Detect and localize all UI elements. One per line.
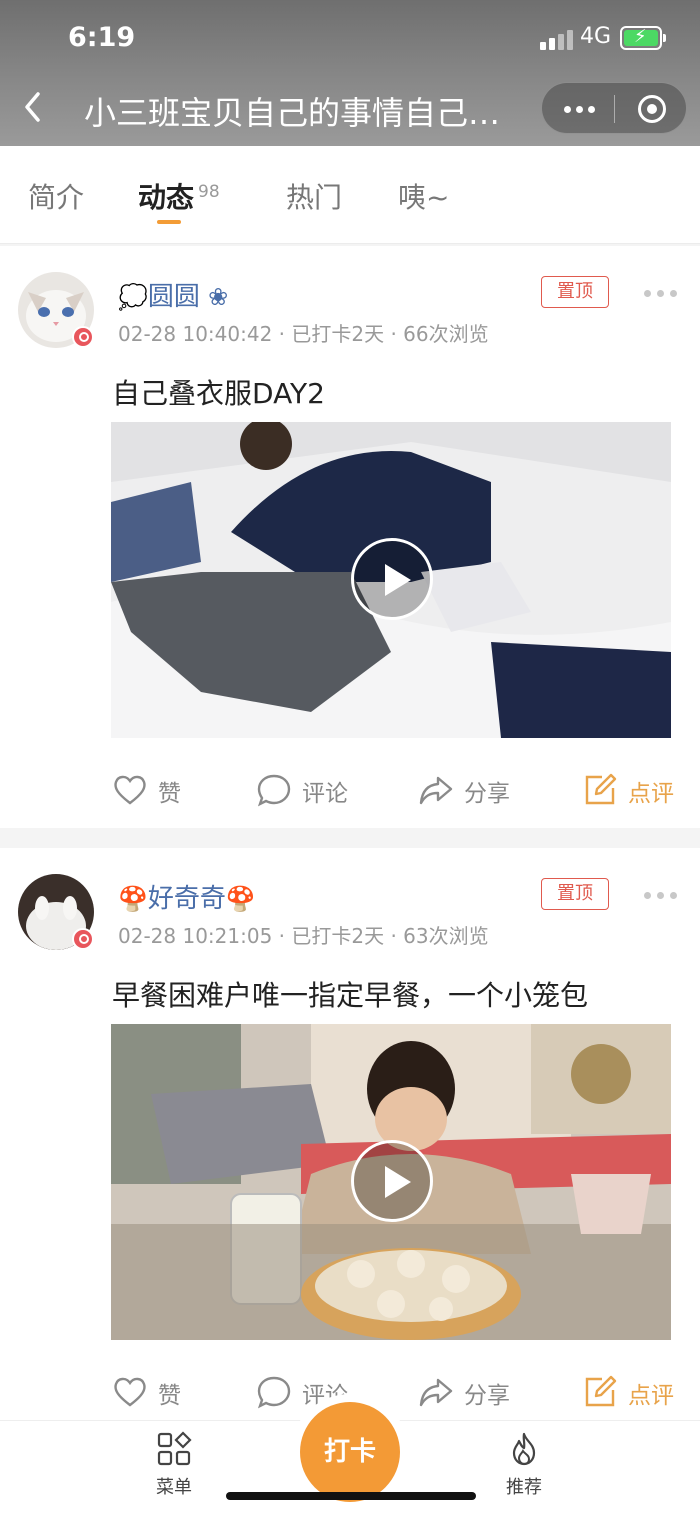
user-name[interactable]: 🍄好奇奇🍄 <box>118 878 256 915</box>
tab-feed-label: 动态 <box>138 181 195 214</box>
post-meta: 02-28 10:21:05 · 已打卡2天 · 63次浏览 <box>118 924 489 948</box>
pinned-badge: 置顶 <box>541 878 609 910</box>
edit-icon <box>585 773 617 805</box>
home-indicator[interactable] <box>226 1492 476 1500</box>
nav-recommend[interactable]: 推荐 <box>484 1431 564 1499</box>
chevron-left-icon <box>25 92 40 122</box>
active-tab-indicator <box>157 220 181 224</box>
tab-intro-label: 简介 <box>28 181 85 214</box>
checkin-button[interactable]: 打卡 <box>300 1402 400 1502</box>
play-icon[interactable] <box>351 538 433 620</box>
tab-feed[interactable]: 动态 98 <box>138 176 220 216</box>
play-icon[interactable] <box>351 1140 433 1222</box>
post-more-icon[interactable] <box>644 892 678 900</box>
tab-misc-label: 咦~ <box>398 181 450 214</box>
signal-icon <box>540 28 574 50</box>
mini-program-capsule <box>541 82 687 134</box>
like-label: 赞 <box>158 781 181 807</box>
feed-post: 🍄好奇奇🍄 02-28 10:21:05 · 已打卡2天 · 63次浏览 置顶 … <box>0 848 700 1420</box>
back-button[interactable] <box>22 90 52 130</box>
more-dots-icon[interactable] <box>560 95 600 123</box>
post-text: 自己叠衣服DAY2 <box>112 377 325 410</box>
top-bar: 6:19 4G ⚡ 小三班宝贝自己的事情自己… <box>0 0 700 146</box>
tab-feed-count: 98 <box>198 182 220 202</box>
grid-menu-icon <box>157 1431 192 1466</box>
badge-icon <box>72 928 94 950</box>
tab-intro[interactable]: 简介 <box>28 176 84 216</box>
nav-menu[interactable]: 菜单 <box>134 1431 214 1499</box>
mushroom-icon: 🍄 <box>118 885 148 913</box>
share-label: 分享 <box>464 781 510 807</box>
post-actions: 赞 评论 分享 点评 <box>0 766 700 810</box>
mushroom-icon: 🍄 <box>225 885 256 913</box>
post-more-icon[interactable] <box>644 290 678 298</box>
status-time: 6:19 <box>68 22 136 53</box>
badge-icon <box>72 326 94 348</box>
feed-post: 💭圆圆 ❀ 02-28 10:40:42 · 已打卡2天 · 66次浏览 置顶 … <box>0 246 700 828</box>
thought-bubble-icon: 💭 <box>118 283 148 311</box>
nav-recommend-label: 推荐 <box>506 1477 542 1498</box>
tab-bar: 简介 动态 98 热门 咦~ <box>0 146 700 244</box>
review-label: 点评 <box>628 781 674 807</box>
battery-icon: ⚡ <box>620 26 666 50</box>
comment-icon <box>257 774 291 807</box>
tab-misc[interactable]: 咦~ <box>398 176 449 216</box>
review-label: 点评 <box>628 1383 674 1409</box>
edit-icon <box>585 1375 617 1407</box>
post-video[interactable] <box>111 422 671 738</box>
comment-label: 评论 <box>302 781 348 807</box>
share-icon <box>419 1378 453 1407</box>
comment-icon <box>257 1376 291 1409</box>
tab-hot-label: 热门 <box>286 181 343 214</box>
capsule-divider <box>614 95 615 123</box>
pinned-badge: 置顶 <box>541 276 609 308</box>
heart-icon <box>114 775 146 805</box>
nav-menu-label: 菜单 <box>156 1477 192 1498</box>
flame-icon <box>512 1432 536 1466</box>
share-label: 分享 <box>464 1383 510 1409</box>
heart-icon <box>114 1377 146 1407</box>
user-name[interactable]: 💭圆圆 ❀ <box>118 276 228 313</box>
user-name-text: 好奇奇 <box>147 884 226 914</box>
post-video[interactable] <box>111 1024 671 1340</box>
share-icon <box>419 776 453 805</box>
page-title: 小三班宝贝自己的事情自己… <box>84 94 501 132</box>
network-type: 4G <box>580 24 612 49</box>
like-label: 赞 <box>158 1383 181 1409</box>
post-meta: 02-28 10:40:42 · 已打卡2天 · 66次浏览 <box>118 322 489 346</box>
flower-icon: ❀ <box>208 283 229 311</box>
target-circle-icon[interactable] <box>638 95 666 123</box>
tab-hot[interactable]: 热门 <box>286 176 342 216</box>
user-name-text: 圆圆 <box>147 282 200 312</box>
post-text: 早餐困难户唯一指定早餐，一个小笼包 <box>112 979 589 1012</box>
